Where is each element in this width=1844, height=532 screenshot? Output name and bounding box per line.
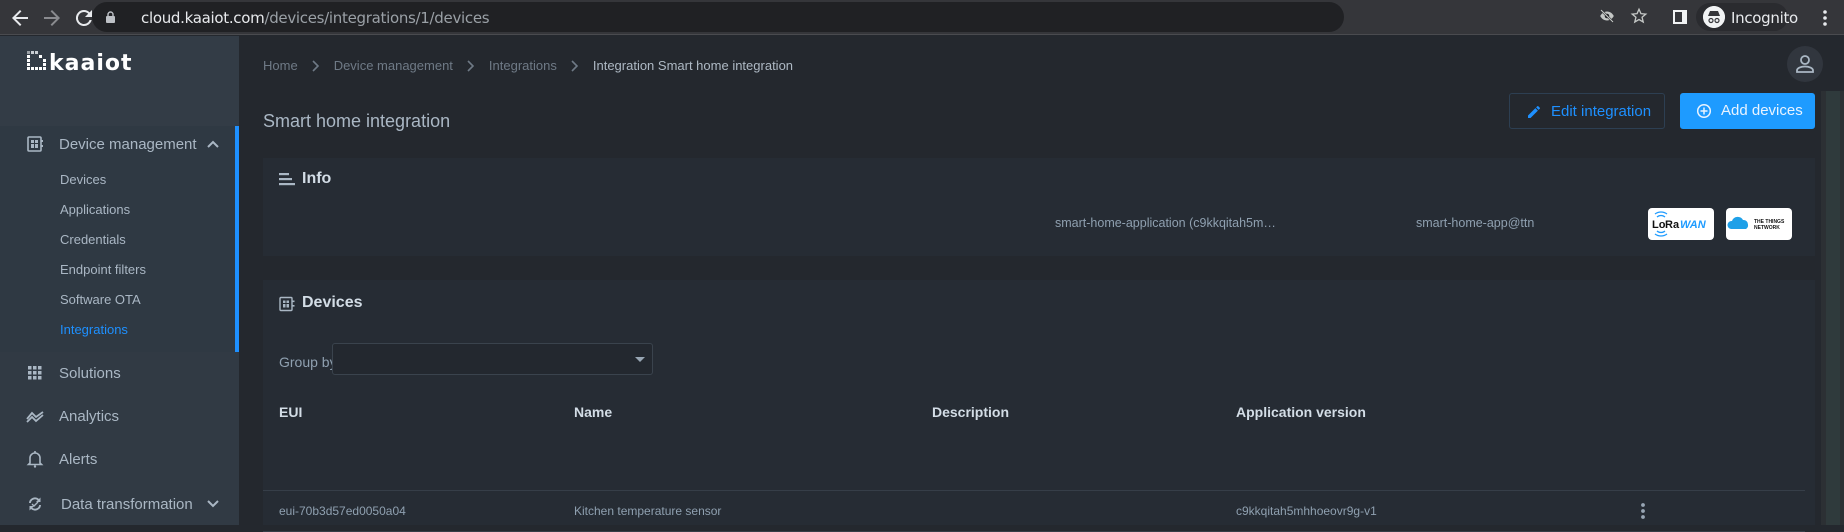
group-by-select[interactable] [332, 343, 653, 375]
bookmark-star-icon[interactable] [1630, 7, 1648, 25]
chevron-up-icon [207, 140, 219, 148]
chevron-right-icon [312, 59, 319, 72]
breadcrumb-current: Integration Smart home integration [592, 58, 794, 73]
row-actions-kebab-icon[interactable] [1637, 501, 1649, 521]
sync-icon [29, 497, 41, 511]
user-menu-button[interactable] [1787, 46, 1823, 82]
sidebar-item-device-management[interactable]: Device management [0, 126, 235, 162]
edit-integration-button[interactable]: Edit integration [1509, 93, 1665, 129]
grid-icon [28, 366, 42, 380]
breadcrumb-home[interactable]: Home [263, 58, 298, 73]
bell-icon [26, 451, 44, 468]
devices-card: Devices Group by EUI Name Description Ap… [263, 280, 1815, 532]
user-icon [1796, 55, 1814, 73]
sidebar-subitem-devices[interactable]: Devices [60, 172, 106, 187]
breadcrumb-integrations[interactable]: Integrations [489, 58, 557, 73]
svg-text:kaaiot: kaaiot [49, 51, 133, 76]
breadcrumb: Home Device management Integrations Inte… [263, 58, 793, 73]
chevron-down-icon [207, 500, 219, 508]
sidebar-subitem-endpoint-filters[interactable]: Endpoint filters [60, 262, 146, 277]
devices-title: Devices [302, 294, 363, 311]
page-scrollbar[interactable] [1821, 91, 1844, 525]
add-devices-button[interactable]: Add devices [1680, 93, 1815, 129]
sidebar-item-label: Alerts [59, 450, 98, 468]
lorawan-badge: Lo Ra LoRaWAN WAN [1648, 208, 1714, 240]
analytics-icon [26, 411, 44, 423]
sidebar-item-solutions[interactable]: Solutions [0, 355, 235, 391]
sidebar-subitem-software-ota[interactable]: Software OTA [60, 292, 141, 307]
forward-button[interactable] [40, 6, 64, 30]
list-icon [279, 173, 295, 186]
caret-down-icon [635, 357, 645, 362]
chevron-right-icon [571, 59, 578, 72]
eye-off-icon[interactable] [1598, 7, 1616, 25]
side-panel-icon[interactable] [1672, 8, 1690, 26]
incognito-icon [1703, 6, 1725, 28]
profile-label: Incognito [1731, 9, 1798, 27]
chevron-right-icon [467, 59, 475, 72]
column-header-name[interactable]: Name [574, 404, 612, 420]
plus-circle-icon [1696, 103, 1712, 119]
sidebar-item-label: Data transformation [61, 495, 193, 513]
the-things-network-badge: THE THINGS NETWORK [1726, 208, 1792, 240]
device-management-icon [27, 136, 43, 152]
kaaiot-logo[interactable]: kaaiot [27, 50, 173, 80]
logo-area: kaaiot [0, 36, 239, 126]
lorawan-logo: Lo Ra LoRaWAN WAN [1652, 211, 1707, 237]
info-application: smart-home-application (c9kkqitah5m… [1055, 216, 1276, 230]
arrow-left-icon [12, 10, 28, 26]
lock-icon [106, 11, 115, 23]
add-devices-label: Add devices [1721, 102, 1803, 119]
column-header-application-version[interactable]: Application version [1236, 404, 1366, 420]
cell-eui: eui-70b3d57ed0050a04 [279, 504, 406, 518]
sidebar-item-label: Analytics [59, 407, 120, 425]
browser-menu-icon[interactable] [1822, 9, 1828, 27]
back-button[interactable] [8, 6, 32, 30]
sidebar-item-label: Solutions [59, 364, 121, 382]
incognito-profile[interactable]: Incognito [1696, 3, 1798, 31]
sidebar-subitem-applications[interactable]: Applications [60, 202, 130, 217]
sidebar-subitem-credentials[interactable]: Credentials [60, 232, 126, 247]
sidebar-subitem-integrations[interactable]: Integrations [60, 322, 128, 337]
edit-integration-label: Edit integration [1551, 103, 1652, 120]
svg-text:Lo: Lo [1652, 219, 1666, 231]
group-by-label: Group by [279, 354, 337, 370]
address-bar[interactable]: cloud.kaaiot.com/devices/integrations/1/… [92, 2, 1344, 32]
device-icon [279, 296, 295, 312]
column-header-eui[interactable]: EUI [279, 404, 302, 420]
table-row[interactable]: eui-70b3d57ed0050a04 Kitchen temperature… [263, 491, 1805, 531]
svg-text:Ra: Ra [1665, 219, 1680, 231]
ttn-logo: THE THINGS NETWORK [1727, 216, 1785, 231]
arrow-right-icon [44, 10, 60, 26]
url-text: cloud.kaaiot.com/devices/integrations/1/… [141, 9, 490, 27]
pencil-icon [1528, 105, 1541, 118]
svg-text:WAN: WAN [1680, 219, 1707, 231]
scrollbar-thumb[interactable] [1826, 91, 1840, 525]
sidebar-item-alerts[interactable]: Alerts [0, 441, 235, 477]
cell-application-version: c9kkqitah5mhhoeovr9g-v1 [1236, 504, 1377, 518]
page-title: Smart home integration [263, 111, 451, 131]
sidebar: kaaiot Device management Devices Applica… [0, 36, 239, 525]
sidebar-item-label: Device management [59, 135, 197, 153]
info-app-id: smart-home-app@ttn [1416, 216, 1535, 230]
main-content: Home Device management Integrations Inte… [239, 36, 1844, 532]
svg-text:NETWORK: NETWORK [1754, 225, 1780, 231]
info-title: Info [302, 170, 332, 187]
device-management-group: Device management Devices Applications C… [0, 126, 235, 352]
sidebar-item-data-transformation[interactable]: Data transformation [0, 486, 235, 522]
browser-toolbar: cloud.kaaiot.com/devices/integrations/1/… [0, 0, 1844, 35]
sidebar-item-analytics[interactable]: Analytics [0, 398, 235, 434]
breadcrumb-device-management[interactable]: Device management [334, 58, 453, 73]
column-header-description[interactable]: Description [932, 404, 1009, 420]
cell-name: Kitchen temperature sensor [574, 504, 722, 518]
info-card: Info smart-home-application (c9kkqitah5m… [263, 158, 1815, 256]
